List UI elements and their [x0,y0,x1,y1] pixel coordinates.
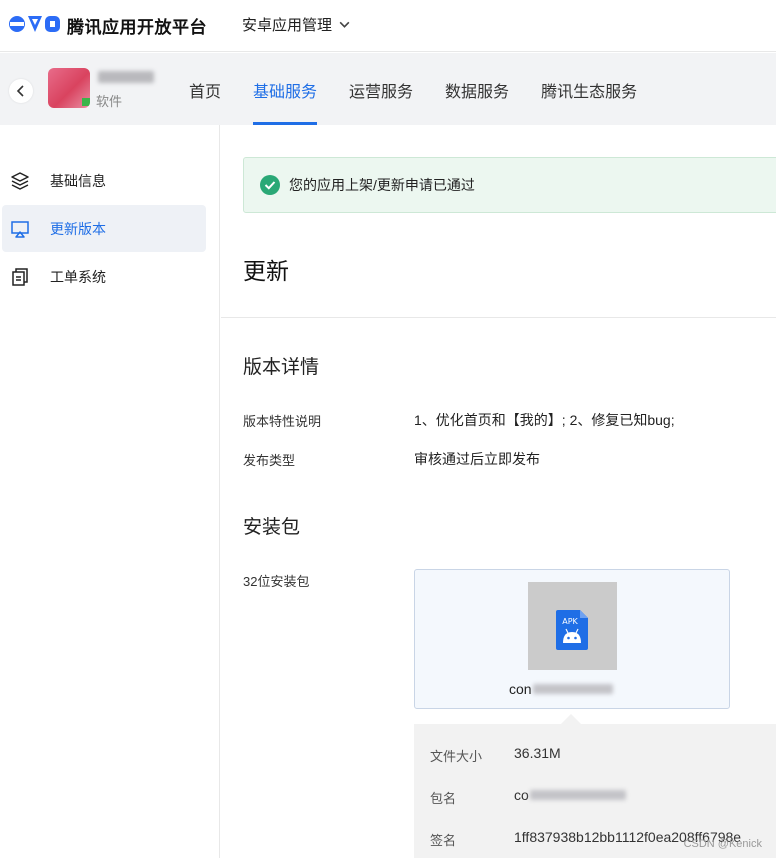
sidebar-item-label: 基础信息 [50,172,106,189]
tab-operation-services[interactable]: 运营服务 [349,53,413,125]
check-circle-icon [260,175,280,195]
platform-title[interactable]: 腾讯应用开放平台 [67,13,207,38]
copy-document-icon [10,267,30,287]
apk-badge-text: APK [562,617,578,626]
package-name-label: 包名 [430,791,457,806]
package-heading: 安装包 [243,517,301,538]
package-32bit-label: 32位安装包 [243,574,310,589]
release-notes-value: 1、优化首页和【我的】; 2、修复已知bug; [414,412,675,428]
divider [221,317,776,318]
main-tabs: 首页 基础服务 运营服务 数据服务 腾讯生态服务 [189,53,669,125]
back-button[interactable] [9,79,33,103]
sidebar-item-update-version[interactable]: 更新版本 [2,205,206,252]
apk-thumbnail: APK [528,582,617,670]
tab-data-services[interactable]: 数据服务 [445,53,509,125]
package-name-redacted [529,790,626,800]
approval-notice: 您的应用上架/更新申请已通过 [243,157,776,213]
tencent-logo-icon[interactable] [8,13,62,35]
tab-tencent-ecosystem[interactable]: 腾讯生态服务 [541,53,637,125]
release-type-value: 审核通过后立即发布 [414,451,540,467]
app-nav-bar: 软件 首页 基础服务 运营服务 数据服务 腾讯生态服务 [0,53,776,125]
app-avatar [48,68,90,108]
app-name-redacted [98,71,154,83]
file-size-value: 36.31M [514,745,561,761]
apk-file-name-redacted [532,684,613,694]
watermark: CSDN @Kenick [683,838,762,850]
sidebar-item-basic-info[interactable]: 基础信息 [2,157,206,204]
package-name-prefix: co [514,787,529,803]
release-type-label: 发布类型 [243,453,296,468]
apk-details-panel: 文件大小 36.31M 包名 co 签名 1ff837938b12bb1112f… [414,714,776,858]
sidebar-item-label: 更新版本 [50,220,106,237]
version-details-heading: 版本详情 [243,357,320,378]
release-notes-label: 版本特性说明 [243,414,322,429]
sidebar-item-ticket-system[interactable]: 工单系统 [2,253,206,300]
layers-icon [10,171,30,191]
app-management-dropdown[interactable]: 安卓应用管理 [242,14,351,35]
app-type-label: 软件 [96,94,123,109]
monitor-icon [10,219,30,239]
android-apk-icon: APK [556,610,588,650]
package-name-value: co [514,787,626,803]
app-management-label: 安卓应用管理 [242,17,333,34]
file-size-label: 文件大小 [430,749,483,764]
top-bar: 腾讯应用开放平台 安卓应用管理 [0,0,776,52]
sidebar-item-label: 工单系统 [50,268,106,285]
tab-home[interactable]: 首页 [189,53,221,125]
notice-text: 您的应用上架/更新申请已通过 [289,177,475,193]
sidebar: 基础信息 更新版本 工单系统 [0,125,220,858]
signature-label: 签名 [430,833,457,848]
tab-basic-services[interactable]: 基础服务 [253,53,318,125]
apk-file-name-prefix: con [509,681,532,697]
apk-file-card[interactable]: APK con [414,569,730,709]
page-title: 更新 [243,258,289,284]
chevron-down-icon [339,21,350,28]
chevron-left-icon [16,85,24,97]
apk-file-name: con [509,681,613,697]
